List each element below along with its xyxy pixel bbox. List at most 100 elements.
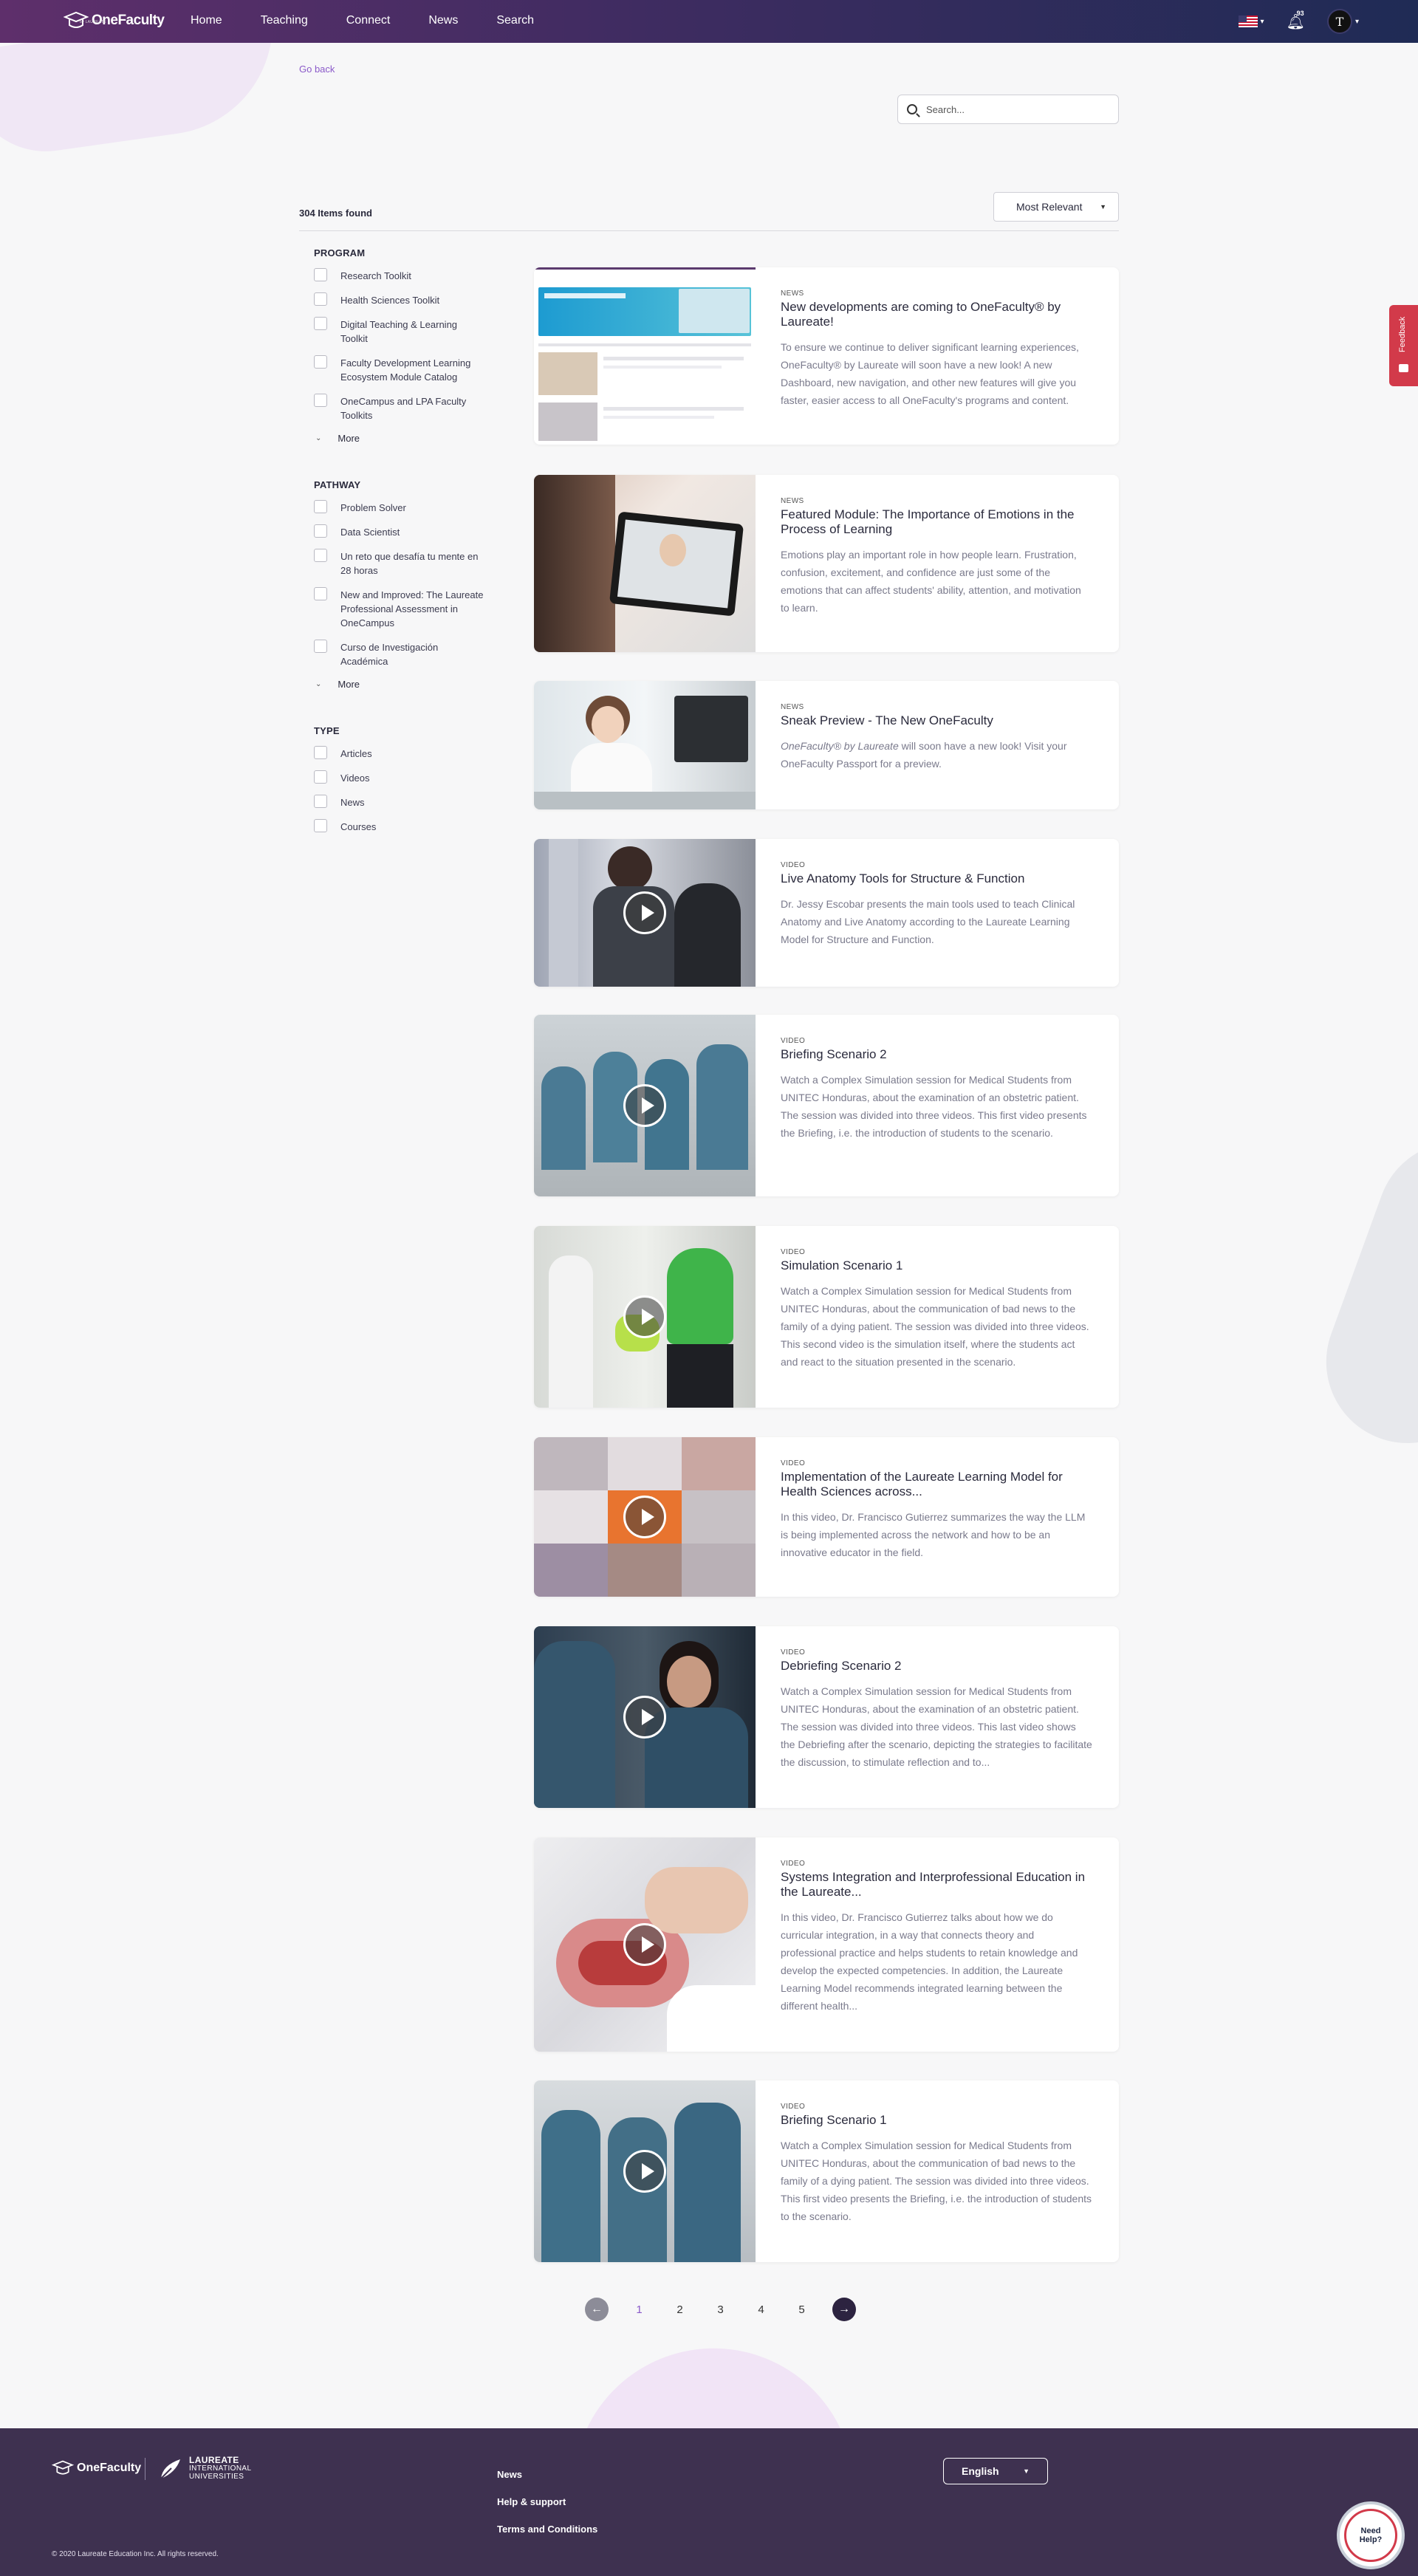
language-flag-dropdown[interactable]: ▾ xyxy=(1238,16,1264,27)
card-title[interactable]: Implementation of the Laureate Learning … xyxy=(781,1470,1092,1499)
checkbox[interactable] xyxy=(314,795,327,808)
filter-option[interactable]: Data Scientist xyxy=(314,524,484,539)
footer-link-news[interactable]: News xyxy=(497,2469,597,2480)
checkbox[interactable] xyxy=(314,524,327,538)
play-icon[interactable] xyxy=(623,1496,666,1538)
result-card[interactable]: VIDEO Briefing Scenario 1 Watch a Comple… xyxy=(534,2080,1119,2262)
notifications-bell-icon[interactable]: 🔔︎ 93 xyxy=(1287,10,1305,31)
play-icon[interactable] xyxy=(623,1295,666,1338)
page-number[interactable]: 2 xyxy=(660,2303,700,2316)
checkbox[interactable] xyxy=(314,268,327,281)
filter-option[interactable]: New and Improved: The Laureate Professio… xyxy=(314,587,484,630)
card-body: NEWS Sneak Preview - The New OneFaculty … xyxy=(756,681,1119,809)
sort-dropdown[interactable]: Most Relevant ▼ xyxy=(993,192,1119,222)
checkbox[interactable] xyxy=(314,770,327,784)
result-card[interactable]: VIDEO Debriefing Scenario 2 Watch a Comp… xyxy=(534,1626,1119,1808)
filter-option[interactable]: Videos xyxy=(314,770,484,785)
next-page-button[interactable]: → xyxy=(832,2298,856,2321)
card-title[interactable]: Simulation Scenario 1 xyxy=(781,1258,1092,1273)
user-menu[interactable]: T ▾ xyxy=(1326,9,1359,34)
checkbox[interactable] xyxy=(314,292,327,306)
play-icon[interactable] xyxy=(623,891,666,934)
result-card[interactable]: NEWS New developments are coming to OneF… xyxy=(534,267,1119,445)
filter-option[interactable]: Articles xyxy=(314,746,484,761)
search-box[interactable] xyxy=(897,95,1119,124)
footer-link-terms[interactable]: Terms and Conditions xyxy=(497,2524,597,2535)
go-back-link[interactable]: Go back xyxy=(299,64,335,75)
nav-search[interactable]: Search xyxy=(496,14,534,27)
filter-group-title: PROGRAM xyxy=(314,247,366,258)
play-icon[interactable] xyxy=(623,1084,666,1127)
nav-teaching[interactable]: Teaching xyxy=(261,14,308,27)
filter-option[interactable]: Problem Solver xyxy=(314,500,484,515)
card-type: NEWS xyxy=(781,290,804,298)
page-number[interactable]: 5 xyxy=(781,2303,822,2316)
card-description: Dr. Jessy Escobar presents the main tool… xyxy=(781,898,1075,945)
filter-option[interactable]: Digital Teaching & Learning Toolkit xyxy=(314,317,484,346)
filter-option[interactable]: Curso de Investigación Académica xyxy=(314,640,484,668)
checkbox[interactable] xyxy=(314,640,327,653)
checkbox[interactable] xyxy=(314,500,327,513)
card-thumbnail xyxy=(534,1226,756,1408)
checkbox[interactable] xyxy=(314,317,327,330)
search-input[interactable] xyxy=(926,103,1103,115)
card-thumbnail xyxy=(534,2080,756,2262)
footer-onefaculty-logo[interactable]: OneFaculty xyxy=(52,2459,141,2477)
filter-option-label: Faculty Development Learning Ecosystem M… xyxy=(340,357,471,383)
laureate-logo[interactable]: LAUREATE INTERNATIONAL UNIVERSITIES xyxy=(158,2456,251,2481)
card-body: VIDEO Simulation Scenario 1 Watch a Comp… xyxy=(756,1226,1119,1408)
play-icon[interactable] xyxy=(623,1696,666,1739)
page-number[interactable]: 3 xyxy=(700,2303,741,2316)
result-card[interactable]: NEWS Sneak Preview - The New OneFaculty … xyxy=(534,681,1119,809)
filter-option[interactable]: News xyxy=(314,795,484,809)
show-more-button[interactable]: ⌄ More xyxy=(314,433,484,444)
play-icon[interactable] xyxy=(623,2150,666,2193)
language-select[interactable]: English ▼ xyxy=(943,2458,1048,2484)
laureate-name: LAUREATE xyxy=(189,2455,239,2465)
card-title[interactable]: Sneak Preview - The New OneFaculty xyxy=(781,713,1092,728)
filter-option-label: Courses xyxy=(340,821,377,832)
filter-option[interactable]: OneCampus and LPA Faculty Toolkits xyxy=(314,394,484,422)
card-title[interactable]: Debriefing Scenario 2 xyxy=(781,1659,1092,1674)
card-type: VIDEO xyxy=(781,1860,806,1868)
result-card[interactable]: VIDEO Briefing Scenario 2 Watch a Comple… xyxy=(534,1015,1119,1196)
checkbox[interactable] xyxy=(314,819,327,832)
filter-option[interactable]: Un reto que desafía tu mente en 28 horas xyxy=(314,549,484,578)
search-icon xyxy=(907,104,917,114)
nav-connect[interactable]: Connect xyxy=(346,14,391,27)
card-title[interactable]: Briefing Scenario 2 xyxy=(781,1047,1092,1062)
filter-option[interactable]: Health Sciences Toolkit xyxy=(314,292,484,307)
page-number[interactable]: 1 xyxy=(619,2303,660,2316)
card-description: In this video, Dr. Francisco Gutierrez t… xyxy=(781,1911,1078,2012)
card-thumbnail xyxy=(534,1626,756,1808)
result-card[interactable]: NEWS Featured Module: The Importance of … xyxy=(534,475,1119,652)
checkbox[interactable] xyxy=(314,587,327,600)
need-help-button[interactable]: Need Help? xyxy=(1337,2501,1405,2569)
filter-option[interactable]: Research Toolkit xyxy=(314,268,484,283)
card-title[interactable]: Featured Module: The Importance of Emoti… xyxy=(781,507,1092,537)
result-card[interactable]: VIDEO Live Anatomy Tools for Structure &… xyxy=(534,839,1119,987)
play-icon[interactable] xyxy=(623,1923,666,1966)
checkbox[interactable] xyxy=(314,746,327,759)
card-title[interactable]: New developments are coming to OneFacult… xyxy=(781,300,1092,329)
filter-option[interactable]: Faculty Development Learning Ecosystem M… xyxy=(314,355,484,384)
footer-link-help[interactable]: Help & support xyxy=(497,2496,597,2507)
nav-home[interactable]: Home xyxy=(191,14,222,27)
card-title[interactable]: Briefing Scenario 1 xyxy=(781,2113,1092,2128)
onefaculty-logo[interactable]: OneFaculty xyxy=(64,10,165,31)
checkbox[interactable] xyxy=(314,394,327,407)
result-card[interactable]: VIDEO Implementation of the Laureate Lea… xyxy=(534,1437,1119,1597)
feedback-tab[interactable]: Feedback xyxy=(1389,305,1418,386)
result-card[interactable]: VIDEO Simulation Scenario 1 Watch a Comp… xyxy=(534,1226,1119,1408)
show-more-button[interactable]: ⌄ More xyxy=(314,679,484,690)
card-title[interactable]: Live Anatomy Tools for Structure & Funct… xyxy=(781,871,1092,886)
previous-page-button[interactable]: ← xyxy=(585,2298,609,2321)
filter-group-title: TYPE xyxy=(314,725,340,736)
result-card[interactable]: VIDEO Systems Integration and Interprofe… xyxy=(534,1837,1119,2052)
card-title[interactable]: Systems Integration and Interprofessiona… xyxy=(781,1870,1092,1900)
checkbox[interactable] xyxy=(314,549,327,562)
checkbox[interactable] xyxy=(314,355,327,369)
filter-option[interactable]: Courses xyxy=(314,819,484,834)
nav-news[interactable]: News xyxy=(428,14,458,27)
page-number[interactable]: 4 xyxy=(741,2303,781,2316)
